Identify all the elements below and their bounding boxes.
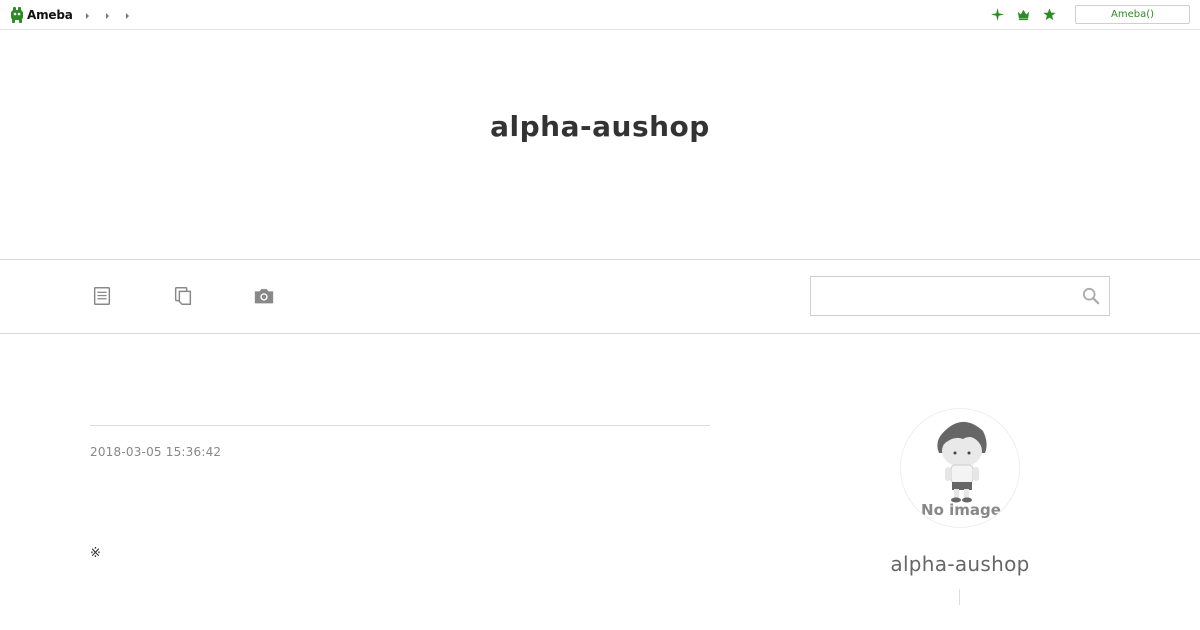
crown-icon[interactable]	[1016, 7, 1030, 21]
search-icon[interactable]	[1081, 286, 1101, 306]
star-icon[interactable]	[1042, 7, 1056, 21]
breadcrumb-item[interactable]	[124, 11, 144, 21]
search-box	[810, 276, 1110, 316]
ameba-logo[interactable]: Ameba	[10, 5, 73, 25]
breadcrumb-item[interactable]	[104, 11, 124, 21]
blog-title[interactable]: alpha-aushop	[0, 110, 1200, 143]
blog-nav	[0, 259, 1200, 334]
breadcrumb-item[interactable]	[84, 11, 104, 21]
chevron-right-icon	[126, 13, 129, 19]
avatar-caption: No image	[921, 501, 1001, 519]
entry-list-icon[interactable]	[90, 284, 114, 308]
global-header: Ameba Ameba()	[0, 0, 1200, 30]
chevron-right-icon	[106, 13, 109, 19]
entry-body-mark: ※	[90, 546, 101, 561]
profile-name[interactable]: alpha-aushop	[810, 552, 1110, 576]
entry-date: 2018-03-05 15:36:42	[90, 445, 222, 459]
search-input[interactable]	[812, 278, 1072, 314]
chevron-right-icon	[86, 13, 89, 19]
sparkle-icon[interactable]	[990, 7, 1004, 21]
entry-divider	[90, 425, 710, 426]
logo-text: Ameba	[27, 8, 73, 22]
theme-list-icon[interactable]	[171, 284, 195, 308]
top-icon-group	[990, 7, 1056, 21]
photo-icon[interactable]	[252, 284, 276, 308]
breadcrumb	[84, 11, 144, 21]
profile-divider	[959, 589, 960, 605]
avatar[interactable]: No image	[900, 408, 1020, 528]
ameba-login-button[interactable]: Ameba()	[1075, 5, 1190, 24]
ameba-mascot-icon	[11, 7, 23, 23]
